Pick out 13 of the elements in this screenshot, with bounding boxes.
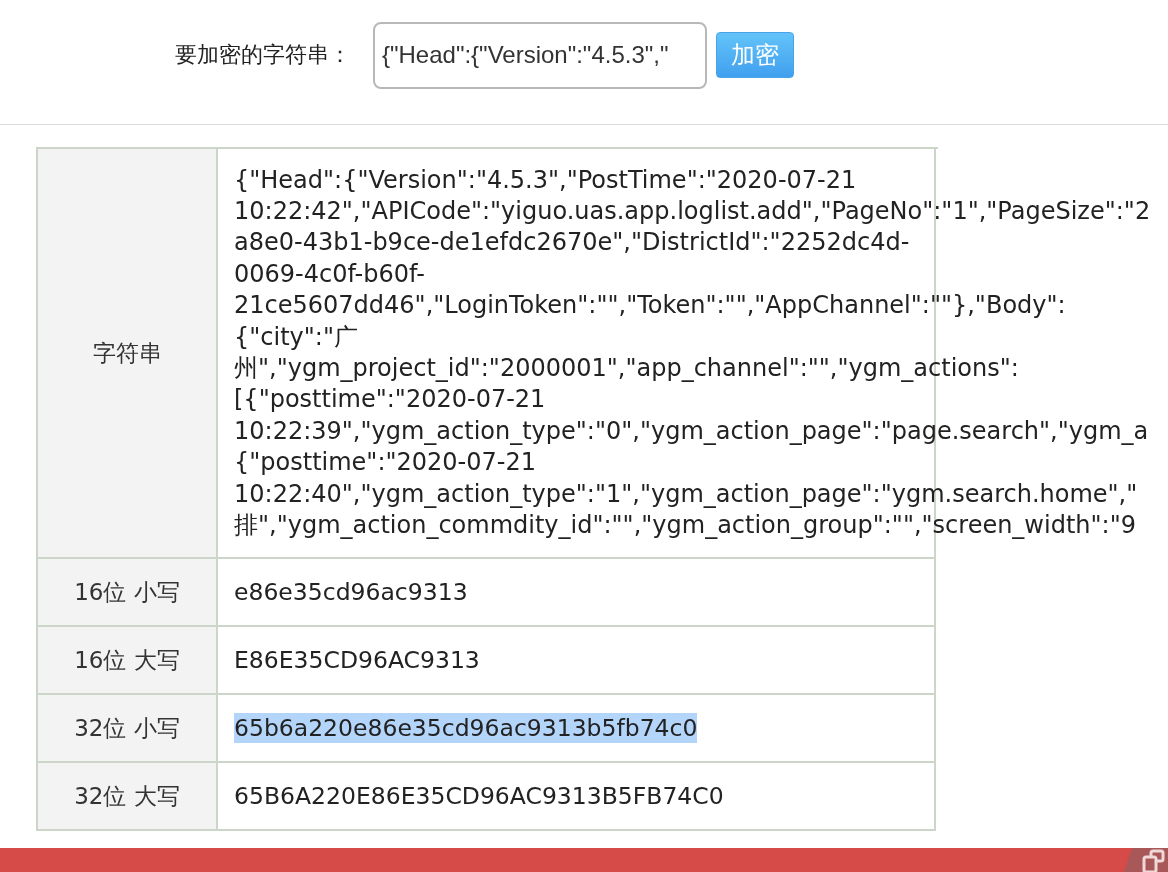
row-header: 16位 大写 (38, 627, 218, 695)
hash-value-text: 65B6A220E86E35CD96AC9313B5FB74C0 (234, 781, 724, 811)
row-header: 16位 小写 (38, 559, 218, 627)
source-string-text: {"Head":{"Version":"4.5.3","PostTime":"2020-07-21 10:22:42","APICode":"yiguo.uas.app.loglist.add","PageNo":"1","PageSize":"2 a8e0-43b1-b9ce-de1efdc2670e","DistrictId":"2252dc4d- 0069-4c0f-b60f- 21ce5607dd46","LoginToken":"","Token":"","AppChannel":""},"Body": {"city":"广 州","ygm_project_id":"2000001","app_channel":"","ygm_actions": [{"posttime":"2020-07-21 10:22:39","ygm_action_type":"0","ygm_action_page":"page.search","ygm_a {"posttime":"2020-07-21 10:22:40","ygm_action_type":"1","ygm_action_page":"ygm.search.home"," 排","ygm_action_commdity_id":"","ygm_action_group":"","screen_width":"9 (234, 164, 1151, 542)
hash-value-text: E86E35CD96AC9313 (234, 645, 480, 675)
hash-value-text: 65b6a220e86e35cd96ac9313b5fb74c0 (234, 713, 698, 743)
row-header: 32位 大写 (38, 763, 218, 831)
input-label: 要加密的字符串： (175, 41, 351, 69)
hash-value-text: e86e35cd96ac9313 (234, 577, 468, 607)
string-input-field[interactable]: {"Head":{"Version":"4.5.3"," (373, 21, 707, 89)
overlapping-squares-icon[interactable] (1124, 848, 1168, 872)
row-header: 字符串 (38, 149, 218, 559)
row-header: 32位 小写 (38, 695, 218, 763)
